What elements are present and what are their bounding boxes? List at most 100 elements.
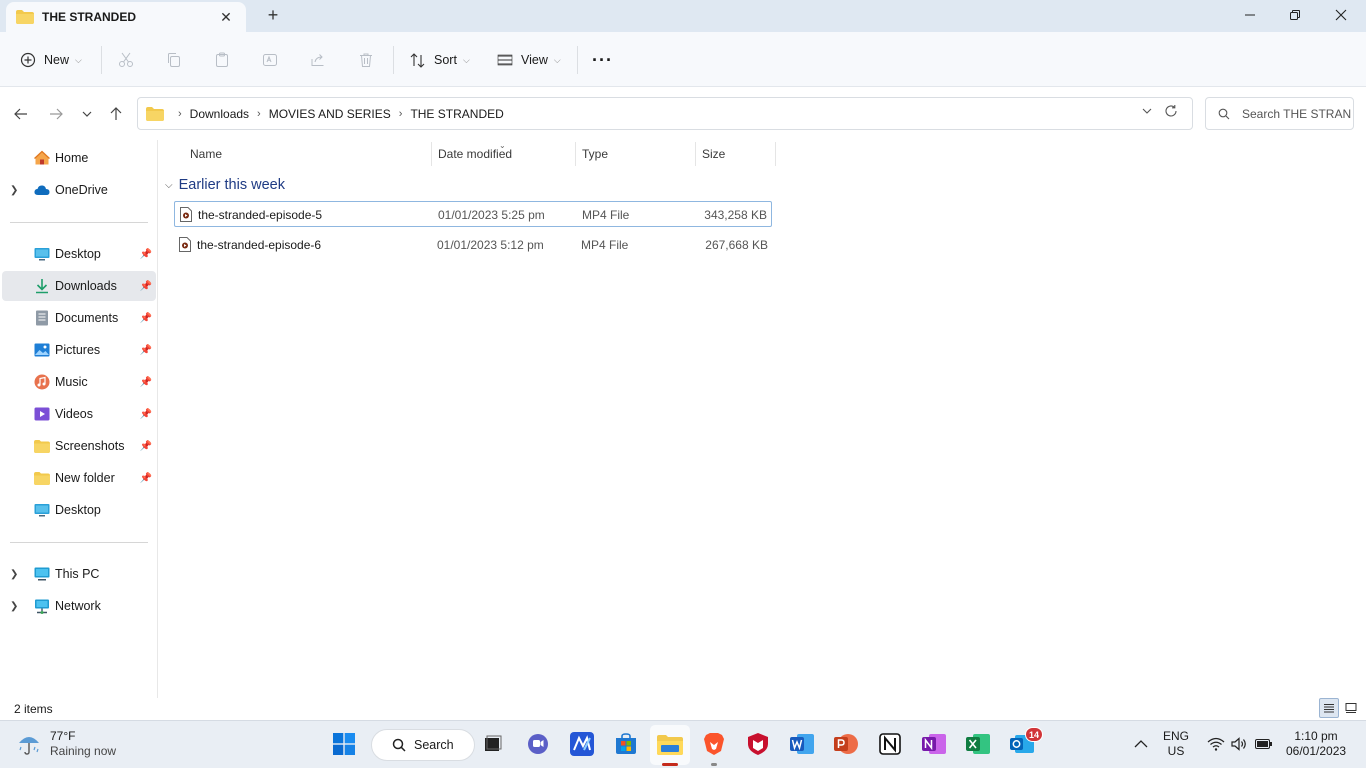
- search-input[interactable]: [1242, 106, 1352, 121]
- chevron-right-icon[interactable]: ❯: [10, 601, 18, 612]
- divider: [101, 46, 102, 74]
- editor-app-button[interactable]: [569, 731, 595, 757]
- chevron-right-icon[interactable]: ❯: [10, 185, 18, 196]
- mcafee-button[interactable]: [745, 731, 771, 757]
- more-options-button[interactable]: ···: [592, 46, 613, 74]
- back-button[interactable]: [9, 102, 33, 126]
- title-bar: THE STRANDED ✕ +: [0, 0, 1366, 32]
- notification-badge: 14: [1025, 727, 1043, 742]
- pin-icon[interactable]: 📌: [140, 377, 152, 388]
- column-header-name[interactable]: Name: [184, 140, 432, 168]
- file-explorer-button[interactable]: [650, 725, 690, 765]
- pin-icon[interactable]: 📌: [140, 409, 152, 420]
- taskbar-search[interactable]: Search: [371, 729, 475, 761]
- teams-chat-button[interactable]: [525, 731, 551, 757]
- task-view-button[interactable]: [479, 731, 505, 757]
- word-button[interactable]: [789, 731, 815, 757]
- breadcrumb-downloads[interactable]: Downloads: [190, 107, 249, 121]
- outlook-button[interactable]: 14: [1009, 727, 1043, 757]
- column-header-type[interactable]: Type: [576, 140, 695, 168]
- forward-button[interactable]: [44, 102, 68, 126]
- sidebar-item-this-pc[interactable]: ❯ This PC: [2, 559, 156, 589]
- details-view-button[interactable]: [1319, 698, 1339, 718]
- file-row[interactable]: the-stranded-episode-6 01/01/2023 5:12 p…: [174, 232, 772, 258]
- file-size: 343,258 KB: [704, 208, 767, 222]
- brave-browser-button[interactable]: [701, 731, 727, 757]
- sidebar-item-new-folder[interactable]: New folder 📌: [2, 463, 156, 493]
- chevron-right-icon[interactable]: ❯: [10, 569, 18, 580]
- sidebar-item-network[interactable]: ❯ Network: [2, 591, 156, 621]
- sidebar-item-downloads[interactable]: Downloads 📌: [2, 271, 156, 301]
- address-bar[interactable]: › Downloads › MOVIES AND SERIES › THE ST…: [137, 97, 1193, 130]
- tab-the-stranded[interactable]: THE STRANDED ✕: [6, 2, 246, 32]
- quick-settings-button[interactable]: [1200, 731, 1280, 757]
- tab-close-button[interactable]: ✕: [216, 7, 236, 27]
- pin-icon[interactable]: 📌: [140, 441, 152, 452]
- cut-button[interactable]: [117, 46, 135, 74]
- recent-locations-button[interactable]: [75, 102, 99, 126]
- sidebar-item-desktop-2[interactable]: Desktop: [2, 495, 156, 525]
- pin-icon[interactable]: 📌: [140, 473, 152, 484]
- sidebar-item-home[interactable]: Home: [2, 143, 156, 173]
- new-button[interactable]: New ⌵: [20, 46, 82, 74]
- minimize-button[interactable]: [1227, 0, 1273, 30]
- powerpoint-button[interactable]: [833, 731, 859, 757]
- restore-button[interactable]: [1272, 0, 1318, 30]
- column-resize-handle[interactable]: [775, 142, 776, 166]
- store-icon: [616, 733, 636, 754]
- close-window-button[interactable]: [1318, 0, 1364, 30]
- battery-icon: [1255, 739, 1272, 749]
- microsoft-store-button[interactable]: [613, 731, 639, 757]
- language-indicator[interactable]: ENG US: [1163, 729, 1189, 759]
- sidebar-item-documents[interactable]: Documents 📌: [2, 303, 156, 333]
- column-header-date[interactable]: Date modified: [432, 140, 576, 168]
- sidebar-item-videos[interactable]: Videos 📌: [2, 399, 156, 429]
- pin-icon[interactable]: 📌: [140, 313, 152, 324]
- group-header[interactable]: ⌵ Earlier this week: [165, 177, 285, 193]
- arrow-left-icon: [14, 108, 27, 120]
- refresh-button[interactable]: [1164, 104, 1182, 122]
- delete-button[interactable]: [357, 46, 375, 74]
- rename-button[interactable]: [261, 46, 279, 74]
- excel-button[interactable]: [965, 731, 991, 757]
- column-header-size[interactable]: Size: [696, 140, 775, 168]
- onenote-button[interactable]: [921, 731, 947, 757]
- new-tab-button[interactable]: +: [262, 4, 284, 26]
- up-button[interactable]: [104, 102, 128, 126]
- show-hidden-icons-button[interactable]: [1128, 731, 1154, 757]
- copy-button[interactable]: [165, 46, 183, 74]
- file-explorer-icon: [657, 735, 683, 755]
- sidebar-item-label: This PC: [55, 567, 100, 581]
- desktop-icon: [34, 246, 50, 262]
- word-icon: [790, 734, 814, 754]
- start-button[interactable]: [331, 731, 357, 757]
- sort-button[interactable]: Sort ⌵: [409, 46, 470, 74]
- sidebar-item-desktop[interactable]: Desktop 📌: [2, 239, 156, 269]
- pin-icon[interactable]: 📌: [140, 249, 152, 260]
- breadcrumb-movies-and-series[interactable]: MOVIES AND SERIES: [269, 107, 391, 121]
- breadcrumb-separator[interactable]: ›: [257, 108, 261, 120]
- download-icon: [34, 278, 50, 294]
- tiles-view-button[interactable]: [1341, 698, 1361, 718]
- search-box[interactable]: [1205, 97, 1354, 130]
- view-label: View: [521, 53, 548, 67]
- breadcrumb-the-stranded[interactable]: THE STRANDED: [410, 107, 503, 121]
- clock[interactable]: 1:10 pm 06/01/2023: [1286, 729, 1346, 759]
- breadcrumb-separator[interactable]: ›: [178, 108, 182, 120]
- paste-button[interactable]: [213, 46, 231, 74]
- view-button[interactable]: View ⌵: [497, 46, 561, 74]
- notion-button[interactable]: [877, 731, 903, 757]
- address-dropdown-button[interactable]: [1142, 106, 1152, 119]
- sidebar-item-pictures[interactable]: Pictures 📌: [2, 335, 156, 365]
- share-button[interactable]: [309, 46, 327, 74]
- weather-widget[interactable]: 77°F Raining now: [16, 729, 116, 759]
- pin-icon[interactable]: 📌: [140, 345, 152, 356]
- sidebar-item-screenshots[interactable]: Screenshots 📌: [2, 431, 156, 461]
- sidebar-item-label: Desktop: [55, 503, 101, 517]
- file-row[interactable]: the-stranded-episode-5 01/01/2023 5:25 p…: [174, 201, 772, 227]
- breadcrumb-separator[interactable]: ›: [399, 108, 403, 120]
- pin-icon[interactable]: 📌: [140, 281, 152, 292]
- divider: [10, 222, 148, 223]
- sidebar-item-onedrive[interactable]: ❯ OneDrive: [2, 175, 156, 205]
- sidebar-item-music[interactable]: Music 📌: [2, 367, 156, 397]
